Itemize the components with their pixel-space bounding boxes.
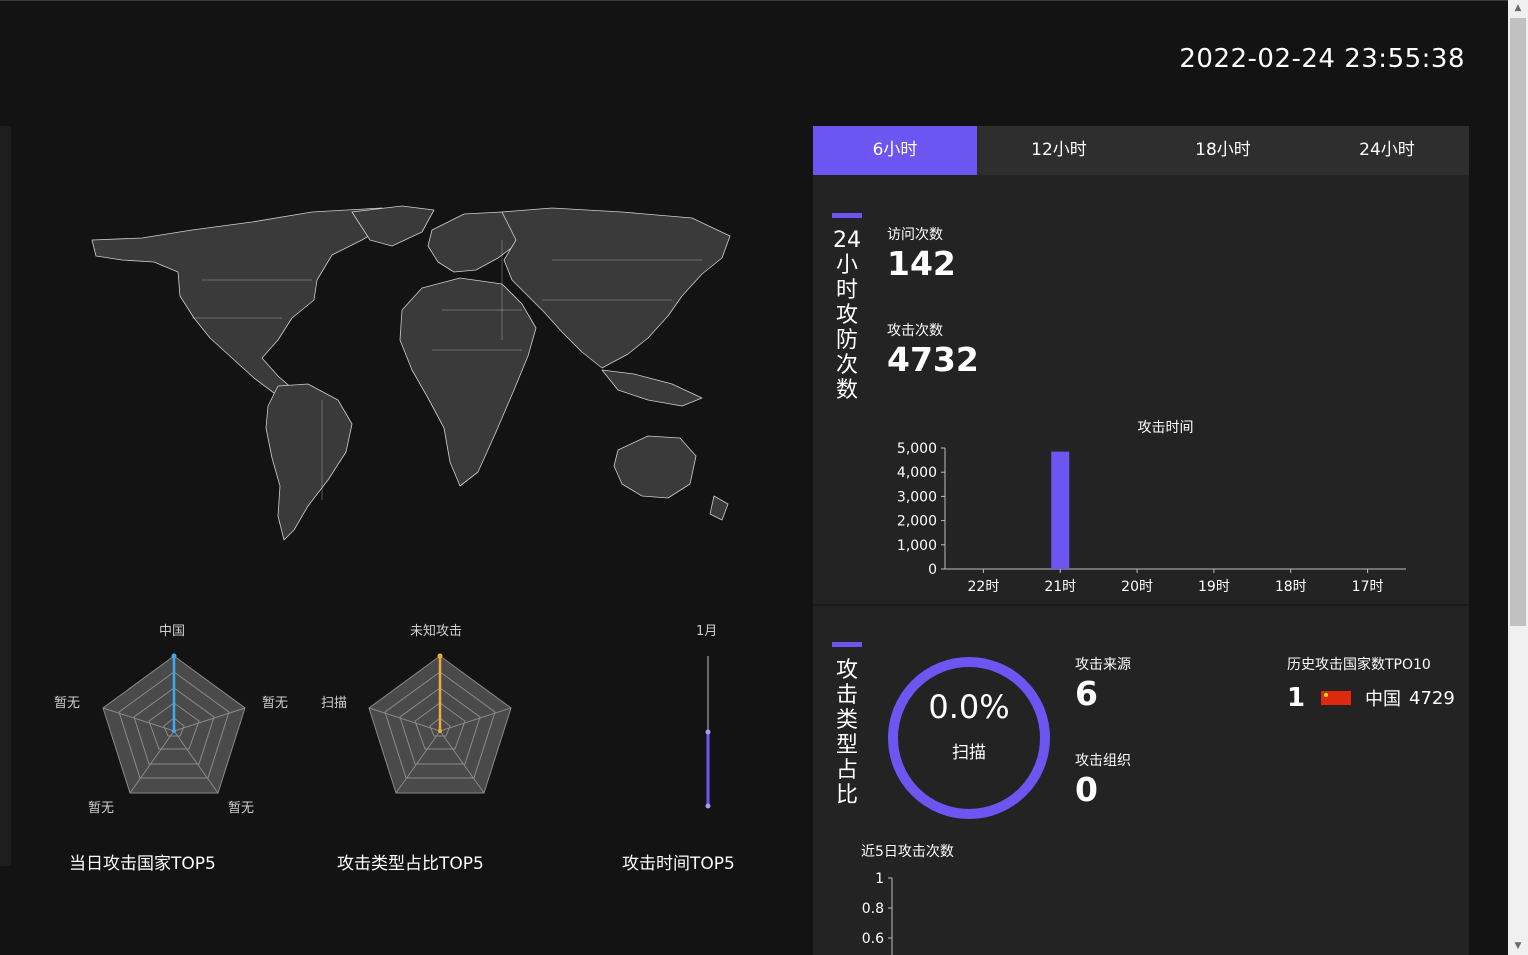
- history-title: 历史攻击国家数TPO10: [1287, 657, 1431, 673]
- section-marker-1: [832, 213, 862, 218]
- world-map: [91, 205, 731, 541]
- radar-country-label-4: 暂无: [54, 696, 81, 711]
- y-tick-label: 3,000: [897, 489, 937, 505]
- left-strip: [0, 126, 11, 866]
- continent-greenland: [351, 205, 435, 247]
- tab-18h[interactable]: 18小时: [1141, 126, 1305, 175]
- history-rank: 1: [1287, 683, 1306, 713]
- scroll-down-icon[interactable]: ▼: [1508, 938, 1528, 955]
- x-tick-label: 17时: [1352, 579, 1384, 595]
- org-value: 0: [1075, 770, 1098, 809]
- section-title-24h: 24小时攻防次数: [833, 228, 861, 403]
- section-title-attack-type: 攻击类型占比: [835, 658, 858, 808]
- continent-new-zealand: [709, 495, 729, 521]
- y-tick-label: 0.6: [862, 931, 884, 947]
- x-tick-label: 18时: [1275, 579, 1307, 595]
- y-tick-label: 0: [928, 562, 937, 578]
- radar-type-caption: 攻击类型占比TOP5: [337, 854, 484, 874]
- source-label: 攻击来源: [1075, 657, 1131, 673]
- radar-country-label-0: 中国: [159, 624, 186, 639]
- time-top-label: 1月: [696, 624, 718, 639]
- continent-australia: [613, 435, 697, 499]
- ring-label: 扫描: [952, 743, 986, 763]
- tab-24h[interactable]: 24小时: [1305, 126, 1469, 175]
- history-country: 中国: [1365, 689, 1401, 710]
- ring-percent: 0.0%: [928, 688, 1010, 726]
- continent-se-asia: [601, 369, 703, 407]
- time-range-tabs: 6小时 12小时 18小时 24小时: [813, 126, 1469, 175]
- visits-label: 访问次数: [887, 227, 943, 243]
- radar-country-label-3: 暂无: [88, 801, 115, 816]
- time-top-caption: 攻击时间TOP5: [622, 854, 735, 874]
- y-tick-label: 1: [875, 871, 884, 887]
- radar-type-label-1: 扫描: [321, 696, 348, 711]
- continent-asia: [501, 207, 731, 369]
- china-flag-icon: [1321, 691, 1351, 705]
- attack-time-bar-chart: 攻击时间 0 1,000 2,000 3,000 4,000 5,000 22时 21时 20时 1…: [897, 420, 1406, 595]
- continent-south-america: [265, 383, 353, 541]
- radar-country-chart: [102, 653, 246, 794]
- visits-value: 142: [887, 244, 956, 283]
- section-divider: [813, 604, 1469, 606]
- top-border: [0, 0, 1508, 1]
- tab-6h[interactable]: 6小时: [813, 126, 977, 175]
- radar-country-label-2: 暂无: [228, 801, 255, 816]
- page-scrollbar[interactable]: ▲ ▼: [1508, 0, 1528, 955]
- clock: 2022-02-24 23:55:38: [1179, 44, 1465, 74]
- history-count: 4729: [1409, 687, 1455, 709]
- x-tick-label: 21时: [1044, 579, 1076, 595]
- y-tick-label: 5,000: [897, 441, 937, 457]
- org-label: 攻击组织: [1075, 753, 1131, 769]
- stats-panel: 6小时 12小时 18小时 24小时 24小时攻防次数 访问次数 142 攻击次…: [813, 126, 1469, 955]
- scroll-up-icon[interactable]: ▲: [1508, 0, 1528, 17]
- radar-type-label-0: 未知攻击: [410, 624, 463, 639]
- radar-type-point: [437, 653, 443, 659]
- continent-africa: [399, 277, 537, 487]
- time-top-chart: [705, 656, 711, 809]
- history-row: 1 中国 4729: [1287, 682, 1455, 714]
- y-tick-label: 4,000: [897, 465, 937, 481]
- attacks-value: 4732: [887, 340, 979, 379]
- radar-country-point: [171, 653, 177, 659]
- line-chart-title: 近5日攻击次数: [861, 844, 954, 860]
- x-tick-label: 20时: [1121, 579, 1153, 595]
- tab-12h[interactable]: 12小时: [977, 126, 1141, 175]
- radar-type-chart: [368, 653, 512, 794]
- scroll-thumb[interactable]: [1510, 18, 1526, 626]
- continent-north-america: [91, 207, 393, 397]
- x-tick-label: 22时: [968, 579, 1000, 595]
- radar-country-caption: 当日攻击国家TOP5: [69, 854, 216, 874]
- x-tick-label: 19时: [1198, 579, 1230, 595]
- attacks-label: 攻击次数: [887, 323, 943, 339]
- y-tick-label: 0.8: [862, 901, 884, 917]
- y-tick-label: 2,000: [897, 514, 937, 530]
- recent-5day-chart: 近5日攻击次数 1 0.8 0.6: [861, 844, 954, 955]
- radar-country-label-1: 暂无: [262, 696, 289, 711]
- section-marker-2: [832, 642, 862, 647]
- bar-chart-title: 攻击时间: [1138, 420, 1194, 436]
- source-value: 6: [1075, 674, 1098, 713]
- y-tick-label: 1,000: [897, 538, 937, 554]
- bar: [1051, 451, 1070, 569]
